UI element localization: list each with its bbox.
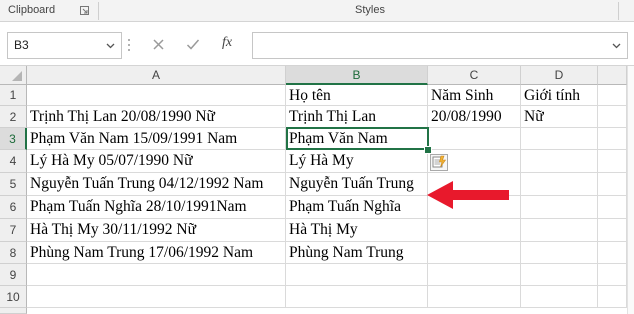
cell-d5[interactable]	[521, 173, 598, 196]
column-header-a[interactable]: A	[27, 66, 286, 85]
cell-a1[interactable]	[27, 85, 286, 106]
cell-e8[interactable]	[598, 242, 627, 264]
row-header[interactable]: 5	[0, 173, 27, 196]
column-header-c[interactable]: C	[428, 66, 521, 85]
styles-group-label: Styles	[355, 4, 385, 16]
cell-a8[interactable]: Phùng Nam Trung 17/06/1992 Nam	[27, 242, 286, 264]
check-icon[interactable]	[186, 38, 200, 51]
row-header[interactable]: 9	[0, 264, 27, 286]
cell-c9[interactable]	[428, 264, 521, 286]
cell-b4[interactable]: Lý Hà My	[286, 150, 428, 173]
worksheet-grid: A B C D 1 2 3 4 5 6 7 8 9 10 Họ tên Năm …	[0, 66, 634, 314]
cell-d7[interactable]	[521, 219, 598, 242]
name-box[interactable]: B3	[7, 32, 122, 59]
flash-fill-icon[interactable]	[430, 154, 448, 171]
column-header-d[interactable]: D	[521, 66, 598, 85]
cell-e7[interactable]	[598, 219, 627, 242]
cell-d1[interactable]: Giới tính	[521, 85, 598, 106]
row-header[interactable]: 10	[0, 286, 27, 308]
row-header[interactable]: 1	[0, 85, 27, 106]
cell-b5[interactable]: Nguyễn Tuấn Trung	[286, 173, 428, 196]
cell-a6[interactable]: Phạm Tuấn Nghĩa 28/10/1991Nam	[27, 196, 286, 219]
cell-b6[interactable]: Phạm Tuấn Nghĩa	[286, 196, 428, 219]
red-arrow-icon	[427, 181, 509, 209]
vertical-scrollbar[interactable]	[627, 66, 634, 314]
dialog-launcher-icon[interactable]	[80, 6, 89, 15]
fx-icon[interactable]: fx	[222, 35, 232, 51]
clipboard-group-label: Clipboard	[8, 4, 56, 16]
cell-b8[interactable]: Phùng Nam Trung	[286, 242, 428, 264]
cell-e5[interactable]	[598, 173, 627, 196]
cell-a4[interactable]: Lý Hà My 05/07/1990 Nữ	[27, 150, 286, 173]
cell-a5[interactable]: Nguyễn Tuấn Trung 04/12/1992 Nam	[27, 173, 286, 196]
row-header[interactable]: 4	[0, 150, 27, 173]
cell-a2[interactable]: Trịnh Thị Lan 20/08/1990 Nữ	[27, 106, 286, 128]
cell-e9[interactable]	[598, 264, 627, 286]
column-header-b[interactable]: B	[286, 66, 428, 85]
cell-e10[interactable]	[598, 286, 627, 308]
cell-e4[interactable]	[598, 150, 627, 173]
cell-d2[interactable]: Nữ	[521, 106, 598, 128]
cell-e1[interactable]	[598, 85, 627, 106]
cell-c2[interactable]: 20/08/1990	[428, 106, 521, 128]
cell-c1[interactable]: Năm Sinh	[428, 85, 521, 106]
row-header[interactable]: 7	[0, 219, 27, 242]
cell-c3[interactable]	[428, 128, 521, 150]
cell-e3[interactable]	[598, 128, 627, 150]
cell-b2[interactable]: Trịnh Thị Lan	[286, 106, 428, 128]
row-header[interactable]: 8	[0, 242, 27, 264]
ribbon-strip: Clipboard Styles	[0, 0, 634, 22]
cell-c7[interactable]	[428, 219, 521, 242]
cell-e6[interactable]	[598, 196, 627, 219]
cell-d6[interactable]	[521, 196, 598, 219]
column-header-e[interactable]	[598, 66, 627, 85]
select-all-button[interactable]	[0, 66, 27, 85]
fill-handle[interactable]	[424, 146, 432, 154]
cell-c10[interactable]	[428, 286, 521, 308]
cell-b10[interactable]	[286, 286, 428, 308]
chevron-down-icon[interactable]	[612, 41, 621, 50]
cell-b1[interactable]: Họ tên	[286, 85, 428, 106]
cell-b7[interactable]: Hà Thị My	[286, 219, 428, 242]
chevron-down-icon[interactable]	[106, 41, 115, 50]
resize-grip-icon[interactable]	[127, 38, 131, 52]
row-header[interactable]	[0, 308, 27, 314]
formula-bar-row: B3 fx	[0, 22, 634, 66]
formula-input[interactable]	[252, 32, 628, 59]
cell-b9[interactable]	[286, 264, 428, 286]
row-header[interactable]: 2	[0, 106, 27, 128]
cell-a10[interactable]	[27, 286, 286, 308]
name-box-value: B3	[14, 38, 29, 52]
cell-d3[interactable]	[521, 128, 598, 150]
cell-a9[interactable]	[27, 264, 286, 286]
cell-e2[interactable]	[598, 106, 627, 128]
ribbon-separator	[98, 2, 99, 20]
cell-c8[interactable]	[428, 242, 521, 264]
close-icon[interactable]	[152, 38, 165, 51]
cell-d9[interactable]	[521, 264, 598, 286]
ribbon-separator	[618, 2, 619, 20]
cell-d8[interactable]	[521, 242, 598, 264]
row-header[interactable]: 6	[0, 196, 27, 219]
cell-b3[interactable]: Phạm Văn Nam	[286, 128, 428, 150]
row-header[interactable]: 3	[0, 128, 27, 150]
formula-buttons: fx	[140, 32, 245, 57]
cell-a7[interactable]: Hà Thị My 30/11/1992 Nữ	[27, 219, 286, 242]
cell-d4[interactable]	[521, 150, 598, 173]
cell-d10[interactable]	[521, 286, 598, 308]
cell-a3[interactable]: Phạm Văn Nam 15/09/1991 Nam	[27, 128, 286, 150]
